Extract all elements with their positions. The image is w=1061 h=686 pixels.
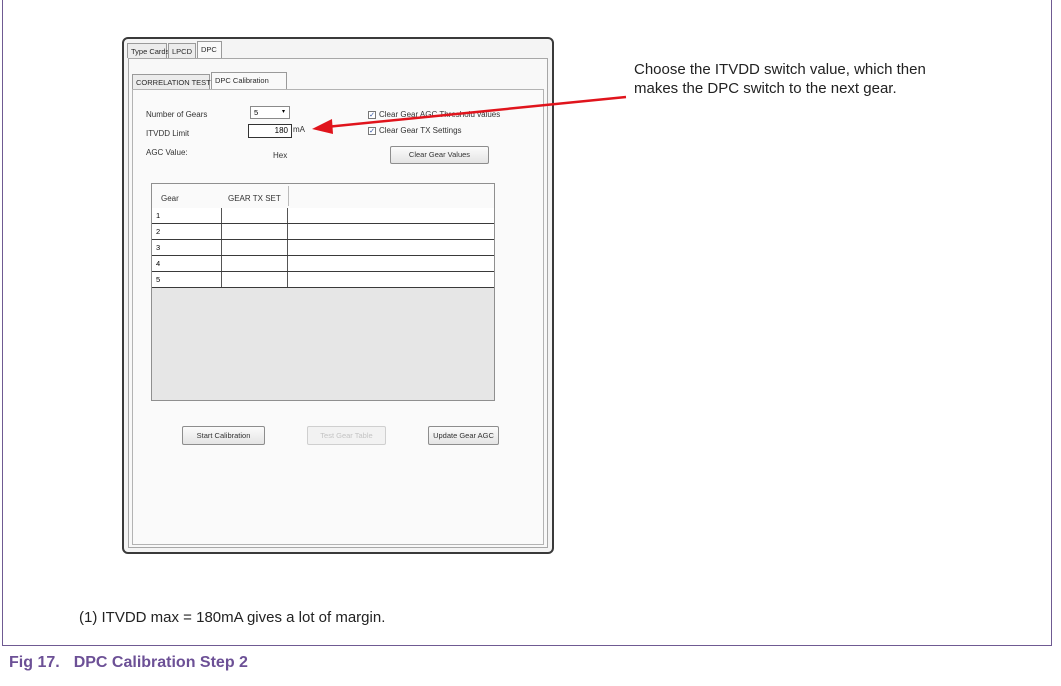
table-row[interactable]: 3 (152, 240, 494, 256)
table-row[interactable]: 5 (152, 272, 494, 288)
checkmark-icon: ✓ (369, 112, 375, 119)
table-row[interactable]: 2 (152, 224, 494, 240)
header-divider (288, 186, 289, 206)
table-row[interactable]: 4 (152, 256, 494, 272)
row-gear: 1 (152, 208, 222, 223)
table-row[interactable]: 1 (152, 208, 494, 224)
agc-label: AGC Value: (146, 148, 188, 157)
row-gear: 3 (152, 240, 222, 255)
itvdd-input[interactable]: 180 (248, 124, 292, 138)
itvdd-label: ITVDD Limit (146, 129, 190, 138)
tab-type-cards[interactable]: Type Cards (127, 43, 169, 58)
figure-number: Fig 17. (9, 654, 60, 671)
tab-dpc-calibration[interactable]: DPC Calibration (211, 72, 287, 89)
row-tx-set (222, 240, 288, 255)
gears-select[interactable]: 5 ▾ (250, 106, 290, 119)
header-gear-tx-set: GEAR TX SET (228, 194, 281, 203)
chevron-down-icon: ▾ (281, 109, 285, 115)
clear-tx-checkbox[interactable]: ✓ (368, 127, 376, 135)
header-gear: Gear (161, 194, 179, 203)
figure-title: DPC Calibration Step 2 (73, 654, 248, 671)
row-gear: 2 (152, 224, 222, 239)
tab-dpc[interactable]: DPC (197, 41, 222, 58)
itvdd-unit: mA (293, 125, 305, 134)
test-gear-table-button[interactable]: Test Gear Table (307, 426, 386, 445)
row-tx-set (222, 224, 288, 239)
tab-lpcd[interactable]: LPCD (168, 43, 196, 58)
clear-agc-checkbox[interactable]: ✓ (368, 111, 376, 119)
tab-correlation-test[interactable]: CORRELATION TEST (132, 74, 211, 89)
start-calibration-button[interactable]: Start Calibration (182, 426, 265, 445)
clear-agc-label: Clear Gear AGC Threshold values (379, 110, 501, 119)
agc-unit: Hex (273, 151, 288, 160)
update-gear-agc-button[interactable]: Update Gear AGC (428, 426, 499, 445)
table-header: Gear GEAR TX SET (152, 184, 494, 209)
row-gear: 5 (152, 272, 222, 287)
clear-gear-values-button[interactable]: Clear Gear Values (390, 146, 489, 164)
row-tx-set (222, 272, 288, 287)
gear-table: Gear GEAR TX SET 1 2 3 4 5 (151, 183, 495, 401)
footnote: (1) ITVDD max = 180mA gives a lot of mar… (79, 609, 386, 626)
gears-label: Number of Gears (146, 110, 208, 119)
gears-value: 5 (254, 108, 259, 117)
row-gear: 4 (152, 256, 222, 271)
row-tx-set (222, 208, 288, 223)
annotation-text: Choose the ITVDD switch value, which the… (634, 61, 926, 97)
figure-caption: Fig 17. DPC Calibration Step 2 (9, 654, 248, 672)
row-tx-set (222, 256, 288, 271)
checkmark-icon: ✓ (369, 128, 375, 135)
clear-tx-label: Clear Gear TX Settings (379, 126, 462, 135)
